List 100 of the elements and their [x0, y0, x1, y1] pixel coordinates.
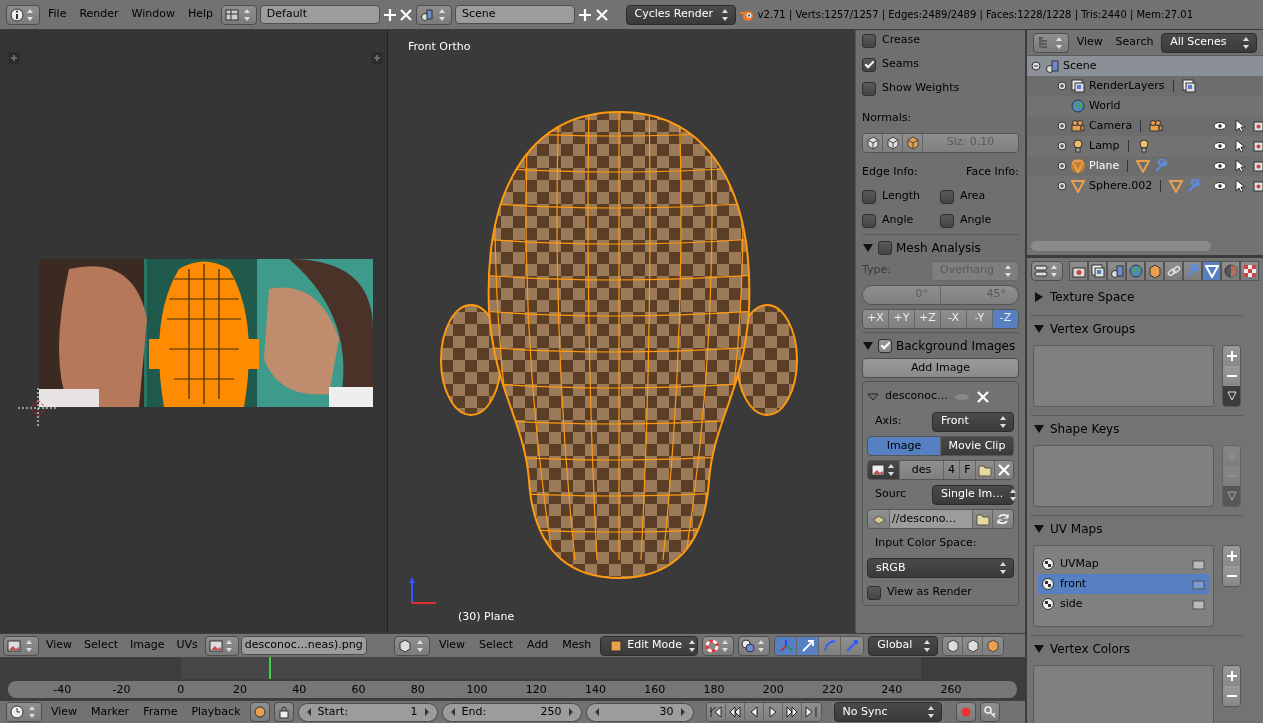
manipulator-toggle-button[interactable] [819, 636, 842, 655]
menu-item[interactable]: Mesh [557, 637, 597, 654]
image-browse-button[interactable] [868, 461, 900, 479]
menu-item[interactable]: Window [126, 6, 180, 23]
tree-row[interactable]: Sphere.002 [1027, 176, 1263, 196]
panel-title[interactable]: Vertex Colors [1050, 640, 1130, 658]
menu-item[interactable]: Image [125, 637, 170, 654]
camera-icon[interactable] [1253, 179, 1263, 193]
axis-toggle-button[interactable]: +Y [889, 309, 915, 328]
panel-title[interactable]: Texture Space [1050, 288, 1135, 306]
editor-type-button[interactable] [3, 635, 39, 656]
checkbox[interactable] [940, 213, 954, 228]
users-count[interactable]: 4 [944, 461, 960, 479]
disclosure-triangle-icon[interactable] [1033, 643, 1045, 655]
menu-item[interactable]: UVs [171, 637, 203, 654]
manipulator-toggle-button[interactable] [775, 636, 798, 655]
tree-row[interactable]: Plane [1027, 156, 1263, 176]
image-browse-button[interactable] [204, 635, 239, 656]
pointer-icon[interactable] [1233, 179, 1247, 193]
panel-title[interactable]: Vertex Groups [1050, 320, 1136, 338]
menu-item[interactable]: Select [79, 637, 124, 654]
select-mode-button[interactable] [983, 636, 1004, 655]
properties-tab[interactable] [1088, 261, 1107, 281]
editor-type-button[interactable] [1033, 32, 1069, 53]
menu-item[interactable]: Render [74, 6, 124, 23]
tree-row[interactable]: Scene [1027, 56, 1263, 76]
menu-item[interactable]: Marker [86, 703, 135, 721]
menu-item[interactable]: Select [474, 637, 519, 654]
source-dropdown[interactable]: Single Im… [932, 484, 1014, 505]
panel-title[interactable]: Mesh Analysis [896, 239, 981, 257]
shading-dropdown[interactable] [738, 635, 771, 656]
eye-icon[interactable] [1213, 119, 1227, 133]
sync-dropdown[interactable]: No Sync [833, 702, 942, 722]
manipulator-toggle-button[interactable] [797, 636, 820, 655]
playhead-marker[interactable] [268, 657, 271, 679]
close-icon[interactable] [594, 7, 609, 22]
pointer-icon[interactable] [1233, 139, 1247, 153]
select-mode-button[interactable] [943, 636, 964, 655]
start-frame-field[interactable]: Start: 1 [297, 702, 438, 722]
fake-user-button[interactable]: F [960, 461, 976, 479]
properties-tab[interactable] [1107, 261, 1126, 281]
editor-type-button[interactable] [221, 4, 258, 25]
axis-toggle-button[interactable]: -X [941, 309, 967, 328]
editor-type-button[interactable] [6, 4, 40, 25]
playback-button[interactable] [706, 703, 726, 721]
menu-item[interactable]: Playback [186, 703, 246, 721]
mode-dropdown[interactable]: Edit Mode [600, 635, 699, 656]
color-space-dropdown[interactable]: sRGB [867, 558, 1014, 578]
remove-button[interactable] [1223, 366, 1240, 386]
pack-button[interactable] [868, 510, 890, 528]
menu-item[interactable]: File [43, 6, 72, 23]
tree-row[interactable]: Lamp [1027, 136, 1263, 156]
menu-item[interactable]: Add [522, 637, 554, 654]
orientation-dropdown[interactable]: Global [868, 635, 939, 656]
plus-icon[interactable] [577, 7, 592, 22]
name-field[interactable]: Default [259, 5, 380, 24]
close-icon[interactable] [399, 7, 414, 22]
checkbox[interactable] [878, 339, 892, 353]
checkbox[interactable] [867, 585, 881, 600]
area-split-icon[interactable] [8, 52, 20, 64]
tree-row[interactable]: Camera [1027, 116, 1263, 136]
properties-tab[interactable] [1221, 261, 1240, 281]
render-engine-dropdown[interactable]: Cycles Render [625, 4, 736, 25]
axis-toggle-button[interactable]: +X [863, 309, 889, 328]
keying-button[interactable] [249, 702, 270, 722]
area-split-icon[interactable] [371, 52, 383, 64]
camera-icon[interactable] [1149, 119, 1164, 133]
editor-type-button[interactable] [416, 4, 453, 25]
name-field[interactable]: Scene [455, 5, 576, 24]
menu-item[interactable]: View [1071, 34, 1108, 51]
checkbox[interactable] [878, 241, 892, 255]
expand-icon[interactable] [1057, 121, 1067, 131]
pivot-dropdown[interactable] [702, 635, 735, 656]
add-button[interactable] [1223, 546, 1240, 566]
properties-tab[interactable] [1145, 261, 1164, 281]
unlink-button[interactable] [995, 461, 1013, 479]
remove-button[interactable] [1223, 566, 1240, 586]
checkbox[interactable] [940, 189, 954, 204]
scrollbar[interactable] [1031, 241, 1211, 251]
editor-type-button[interactable] [6, 702, 42, 722]
context-button[interactable] [1031, 261, 1063, 281]
add-button[interactable] [1223, 666, 1240, 686]
file-path-field[interactable]: //descono… [890, 510, 973, 528]
add-button[interactable] [1223, 346, 1240, 366]
checkbox[interactable] [862, 189, 876, 204]
axis-toggle-button[interactable]: -Y [967, 309, 993, 328]
menu-item[interactable]: View [41, 637, 78, 654]
datablock-name-field[interactable]: des [900, 461, 944, 479]
axis-dropdown[interactable]: Front [932, 411, 1014, 432]
checkbox[interactable] [862, 57, 876, 72]
image-icon[interactable] [1181, 79, 1196, 93]
disclosure-triangle-icon[interactable] [867, 390, 879, 403]
camera-icon[interactable] [1192, 597, 1205, 611]
add-image-button[interactable]: Add Image [862, 358, 1019, 378]
camera-icon[interactable] [1192, 557, 1205, 571]
menu-item[interactable]: View [46, 703, 83, 721]
properties-tab[interactable] [1126, 261, 1145, 281]
manipulator-toggle-button[interactable] [841, 636, 864, 655]
camera-icon[interactable] [1253, 139, 1263, 153]
list-item[interactable]: front [1038, 574, 1209, 594]
